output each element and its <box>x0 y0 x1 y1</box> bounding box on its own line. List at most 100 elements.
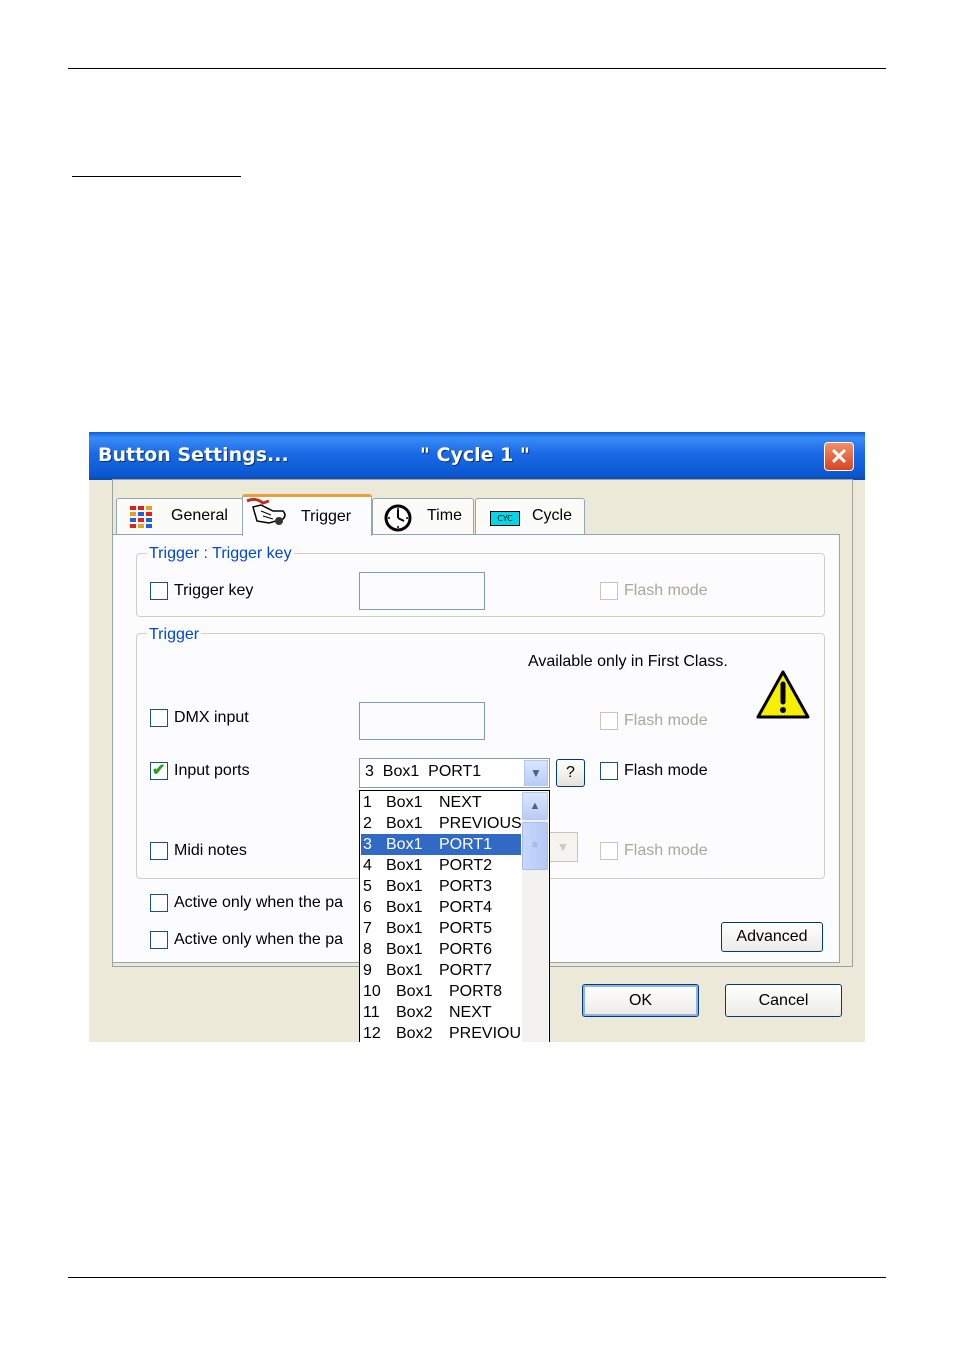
dropdown-option-box: Box1 <box>386 920 423 937</box>
dropdown-option-number: 7 <box>363 920 372 937</box>
trigger-key-field[interactable] <box>359 572 485 610</box>
midi-flash-checkbox[interactable] <box>600 842 618 860</box>
dropdown-option-port: PORT4 <box>439 899 493 916</box>
dropdown-option[interactable]: 12 Box2 PREVIOU <box>361 1023 521 1042</box>
dropdown-option-port: PORT6 <box>439 941 493 958</box>
dropdown-option-port: PREVIOU <box>449 1025 522 1042</box>
dropdown-option-number: 11 <box>363 1004 380 1021</box>
dropdown-option-box: Box1 <box>386 815 423 832</box>
warning-icon <box>756 670 810 719</box>
midi-notes-select-arrow[interactable]: ▼ <box>548 832 578 862</box>
input-ports-checkbox[interactable]: ✔ <box>150 762 168 780</box>
dropdown-option-port: PREVIOUS <box>439 815 522 832</box>
dropdown-option-port: PORT2 <box>439 857 493 874</box>
input-ports-flash-checkbox[interactable] <box>600 762 618 780</box>
trigger-key-flash-checkbox[interactable] <box>600 582 618 600</box>
dmx-input-label: DMX input <box>174 709 249 726</box>
dmx-input-field[interactable] <box>359 702 485 740</box>
ok-button[interactable]: OK <box>582 984 699 1017</box>
dmx-flash-checkbox[interactable] <box>600 712 618 730</box>
dropdown-option-box: Box1 <box>386 962 423 979</box>
active-only-label-1: Active only when the pa <box>174 894 343 911</box>
dropdown-option-number: 6 <box>363 899 372 916</box>
color-grid-icon <box>130 506 152 528</box>
input-ports-flash-label: Flash mode <box>624 762 708 779</box>
dropdown-option[interactable]: 4 Box1 PORT2 <box>361 855 521 876</box>
dropdown-option-box: Box1 <box>386 941 423 958</box>
active-only-checkbox-1[interactable] <box>150 894 168 912</box>
dropdown-option-port: PORT5 <box>439 920 493 937</box>
clock-icon <box>384 504 412 532</box>
dropdown-option[interactable]: 7 Box1 PORT5 <box>361 918 521 939</box>
dmx-input-checkbox[interactable] <box>150 709 168 727</box>
dropdown-option[interactable]: 3 Box1 PORT1 <box>361 834 521 855</box>
dropdown-option-number: 3 <box>363 836 372 853</box>
midi-notes-checkbox[interactable] <box>150 842 168 860</box>
tab-general[interactable]: General <box>116 498 244 534</box>
dropdown-option-port: PORT1 <box>439 836 493 853</box>
input-ports-label: Input ports <box>174 762 250 779</box>
close-button[interactable]: ✕ <box>824 442 854 471</box>
input-ports-dropdown-list[interactable]: 1 Box1 NEXT 2 Box1 PREVIOUS 3 Box1 PORT1 4 Box1 POR… <box>359 790 550 1042</box>
input-ports-selected-value: 3 Box1 PORT1 <box>365 763 482 780</box>
dropdown-option[interactable]: 5 Box1 PORT3 <box>361 876 521 897</box>
tab-time-label: Time <box>427 507 462 524</box>
dropdown-option-box: Box1 <box>396 983 433 1000</box>
dropdown-scrollbar[interactable]: ▲ ≡ <box>522 792 548 1042</box>
dropdown-option-box: Box1 <box>386 899 423 916</box>
midi-flash-label: Flash mode <box>624 842 708 859</box>
help-button[interactable]: ? <box>556 759 585 787</box>
dropdown-option-box: Box1 <box>386 836 423 853</box>
dropdown-option-box: Box1 <box>386 857 423 874</box>
dropdown-option-number: 4 <box>363 857 372 874</box>
dropdown-option-number: 9 <box>363 962 372 979</box>
dropdown-option-box: Box2 <box>396 1004 433 1021</box>
hand-icon <box>246 497 286 525</box>
dropdown-option-number: 12 <box>363 1025 381 1042</box>
dropdown-option-box: Box1 <box>386 794 423 811</box>
chevron-down-icon[interactable]: ▼ <box>524 760 548 786</box>
dropdown-option-number: 10 <box>363 983 381 1000</box>
dropdown-option-port: NEXT <box>449 1004 492 1021</box>
trigger-key-label: Trigger key <box>174 582 254 599</box>
button-settings-dialog: Button Settings... " Cycle 1 " ✕ General… <box>89 432 865 1042</box>
dropdown-option[interactable]: 10 Box1 PORT8 <box>361 981 521 1002</box>
cancel-button[interactable]: Cancel <box>725 984 842 1017</box>
dropdown-option[interactable]: 2 Box1 PREVIOUS <box>361 813 522 834</box>
dropdown-option-box: Box1 <box>386 878 423 895</box>
dropdown-option[interactable]: 11 Box2 NEXT <box>361 1002 521 1023</box>
trigger-group-label: Trigger <box>147 626 202 644</box>
dropdown-option-port: PORT3 <box>439 878 493 895</box>
dropdown-option-port: PORT8 <box>449 983 503 1000</box>
input-ports-select[interactable]: 3 Box1 PORT1 ▼ <box>359 758 550 788</box>
window-title: Button Settings... <box>98 444 289 466</box>
dmx-flash-label: Flash mode <box>624 712 708 729</box>
trigger-key-checkbox[interactable] <box>150 582 168 600</box>
dropdown-option[interactable]: 1 Box1 NEXT <box>361 792 521 813</box>
active-only-checkbox-2[interactable] <box>150 931 168 949</box>
first-class-note: Available only in First Class. <box>528 653 728 670</box>
dropdown-option-number: 2 <box>363 815 372 832</box>
advanced-button[interactable]: Advanced <box>721 922 823 952</box>
dropdown-option[interactable]: 9 Box1 PORT7 <box>361 960 521 981</box>
dropdown-option-number: 8 <box>363 941 372 958</box>
dropdown-option-box: Box2 <box>396 1025 433 1042</box>
tab-trigger[interactable]: Trigger <box>242 494 372 536</box>
midi-notes-label: Midi notes <box>174 842 247 859</box>
tab-cycle[interactable]: CYC Cycle <box>475 498 585 534</box>
header-rule <box>68 68 886 69</box>
dropdown-option-number: 5 <box>363 878 372 895</box>
dropdown-option-port: PORT7 <box>439 962 493 979</box>
scroll-thumb[interactable]: ≡ <box>522 822 548 870</box>
tab-cycle-label: Cycle <box>532 507 573 524</box>
footer-rule <box>68 1277 886 1278</box>
active-only-label-2: Active only when the pa <box>174 931 343 948</box>
dropdown-option[interactable]: 6 Box1 PORT4 <box>361 897 521 918</box>
cyc-icon: CYC <box>490 511 520 526</box>
title-bar[interactable]: Button Settings... " Cycle 1 " ✕ <box>89 432 865 480</box>
dropdown-option[interactable]: 8 Box1 PORT6 <box>361 939 521 960</box>
scroll-up-icon[interactable]: ▲ <box>522 792 548 820</box>
trigger-key-flash-label: Flash mode <box>624 582 708 599</box>
window-subtitle: " Cycle 1 " <box>420 444 530 466</box>
tab-time[interactable]: Time <box>372 498 474 534</box>
